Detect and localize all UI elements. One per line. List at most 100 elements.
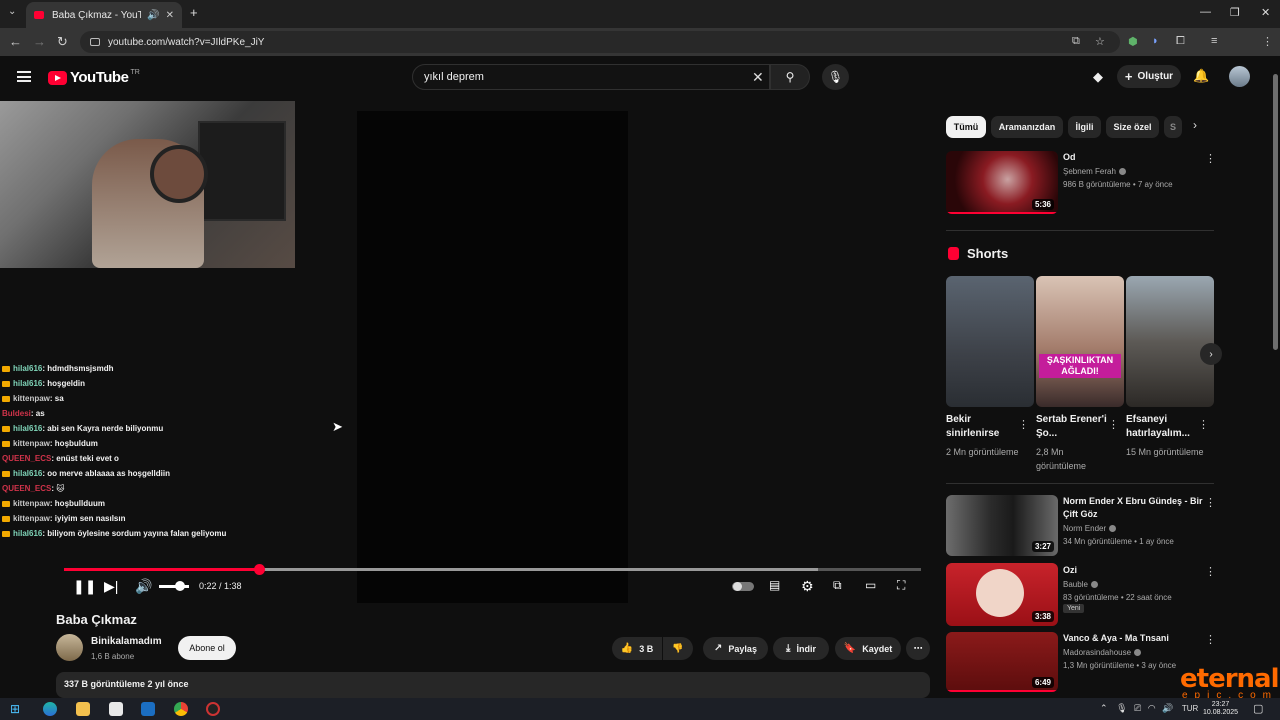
- dislike-button[interactable]: 👎: [663, 637, 693, 660]
- more-vertical-icon[interactable]: ⋮: [1108, 418, 1119, 431]
- store-icon[interactable]: [109, 702, 123, 716]
- guide-menu-icon[interactable]: [17, 71, 31, 82]
- settings-gear-icon[interactable]: ⚙: [801, 578, 814, 595]
- video-thumbnail[interactable]: 5:36: [946, 151, 1058, 214]
- recommended-channel[interactable]: Şebnem Ferah: [1063, 167, 1126, 176]
- notification-center-icon[interactable]: ▢: [1253, 702, 1263, 715]
- recommended-title[interactable]: Norm Ender X Ebru Gündeş - Bir Çift Göz: [1063, 495, 1203, 521]
- file-explorer-icon[interactable]: [76, 702, 90, 716]
- recommended-channel[interactable]: Bauble: [1063, 580, 1098, 589]
- edge-icon[interactable]: [43, 702, 57, 716]
- recommended-title[interactable]: Ozi: [1063, 564, 1203, 577]
- progress-bar[interactable]: [64, 564, 921, 575]
- page-scrollbar[interactable]: [1271, 62, 1280, 698]
- search-input[interactable]: yıkıl deprem: [412, 64, 770, 90]
- chrome-menu-icon[interactable]: ⋮: [1262, 35, 1273, 48]
- window-close-icon[interactable]: ✕: [1261, 6, 1270, 19]
- scrubber-handle[interactable]: [254, 564, 266, 575]
- site-info-icon[interactable]: [90, 38, 100, 46]
- next-video-icon[interactable]: ▶|: [104, 578, 118, 595]
- short-thumbnail[interactable]: [1126, 276, 1214, 407]
- save-button[interactable]: 🔖 Kaydet: [835, 637, 901, 660]
- volume-icon[interactable]: 🔊: [135, 578, 152, 595]
- address-bar[interactable]: youtube.com/watch?v=JIldPKe_JiY: [80, 31, 1120, 53]
- tab-close-icon[interactable]: ✕: [166, 10, 174, 21]
- youtube-logo[interactable]: YouTube TR: [48, 69, 140, 86]
- chip-for-you[interactable]: Size özel: [1106, 116, 1159, 138]
- volume-handle[interactable]: [175, 581, 185, 591]
- scrollbar-thumb[interactable]: [1273, 74, 1278, 350]
- video-thumbnail[interactable]: 6:49: [946, 632, 1058, 692]
- extension-translate-icon[interactable]: ◗: [1152, 35, 1159, 47]
- new-tab-icon[interactable]: +: [190, 5, 198, 20]
- short-title[interactable]: Sertab Erener'i Şo...: [1036, 413, 1114, 441]
- more-vertical-icon[interactable]: ⋮: [1205, 152, 1216, 165]
- search-button[interactable]: ⚲: [770, 64, 810, 90]
- tray-volume-icon[interactable]: 🔊: [1162, 703, 1173, 713]
- browser-tab[interactable]: Baba Çıkmaz - YouTube 🔊 ✕: [26, 2, 182, 28]
- create-button[interactable]: + Oluştur: [1117, 65, 1181, 88]
- minimize-icon[interactable]: —: [1200, 6, 1211, 18]
- system-tray[interactable]: ⌃ 🎙 ⎚ ◠ 🔊 TUR: [1100, 703, 1198, 714]
- channel-name[interactable]: Binikalamadım: [91, 636, 162, 647]
- short-thumbnail[interactable]: ŞAŞKINLIKTAN AĞLADI!: [1036, 276, 1124, 407]
- more-vertical-icon[interactable]: ⋮: [1205, 565, 1216, 578]
- recommended-title[interactable]: Od: [1063, 151, 1203, 164]
- chip-from-search[interactable]: Aramanızdan: [991, 116, 1063, 138]
- theater-mode-icon[interactable]: ▭: [865, 578, 876, 592]
- chrome-icon[interactable]: [174, 702, 188, 716]
- voice-search-button[interactable]: 🎙: [822, 64, 849, 90]
- subscribe-button[interactable]: Abone ol: [178, 636, 236, 660]
- extension-shield-icon[interactable]: ⬢: [1128, 35, 1138, 48]
- forward-icon[interactable]: →: [33, 34, 46, 49]
- miniplayer-icon[interactable]: ⧉: [833, 578, 842, 593]
- autoplay-toggle[interactable]: [732, 582, 754, 591]
- tray-wifi-icon[interactable]: ◠: [1148, 703, 1156, 713]
- more-vertical-icon[interactable]: ⋮: [1205, 633, 1216, 646]
- short-thumbnail[interactable]: [946, 276, 1034, 407]
- video-thumbnail[interactable]: 3:38: [946, 563, 1058, 626]
- tray-mic-icon[interactable]: 🎙: [1116, 703, 1127, 713]
- channel-avatar[interactable]: [56, 634, 83, 661]
- chip-all[interactable]: Tümü: [946, 116, 986, 138]
- chip-partial[interactable]: S: [1164, 116, 1182, 138]
- share-button[interactable]: ↗ Paylaş: [703, 637, 768, 660]
- install-app-icon[interactable]: ⧉: [1072, 35, 1080, 48]
- subtitles-icon[interactable]: ▤: [769, 578, 780, 592]
- recommended-title[interactable]: Vanco & Aya - Ma Tnsani: [1063, 632, 1203, 645]
- shorts-next-button[interactable]: ›: [1200, 343, 1222, 365]
- tray-chevron-icon[interactable]: ⌃: [1100, 703, 1108, 713]
- account-avatar[interactable]: [1229, 66, 1250, 87]
- bookmark-star-icon[interactable]: ☆: [1095, 35, 1105, 48]
- extensions-puzzle-icon[interactable]: ⧠: [1176, 35, 1185, 48]
- pause-icon[interactable]: ❚❚: [73, 578, 96, 595]
- more-actions-button[interactable]: ⋯: [906, 637, 930, 660]
- search-clear-icon[interactable]: ✕: [752, 69, 764, 86]
- video-player[interactable]: hilal616 : hdmdhsmsjsmdh hilal616 : hoşge…: [0, 101, 930, 603]
- download-button[interactable]: ⤓ İndir: [773, 637, 829, 660]
- obs-icon[interactable]: [206, 702, 220, 716]
- outlook-icon[interactable]: [141, 702, 155, 716]
- fullscreen-icon[interactable]: ⛶: [897, 578, 905, 593]
- cast-extension-icon[interactable]: ◆: [1093, 69, 1103, 85]
- recommended-channel[interactable]: Madorasindahouse: [1063, 648, 1142, 657]
- windows-start-icon[interactable]: ⊞: [10, 702, 20, 716]
- taskbar-clock[interactable]: 23:27 10.08.2025: [1203, 701, 1238, 717]
- short-title[interactable]: Efsaneyi hatırlayalım...: [1126, 413, 1204, 441]
- reading-list-icon[interactable]: ≡: [1211, 35, 1217, 47]
- short-title[interactable]: Bekir sinirlenirse: [946, 413, 1024, 441]
- tray-network-icon[interactable]: ⎚: [1134, 703, 1141, 713]
- chips-next-icon[interactable]: ›: [1193, 118, 1197, 132]
- input-language[interactable]: TUR: [1182, 704, 1198, 713]
- tab-search-icon[interactable]: ⌄: [8, 6, 16, 17]
- chip-related[interactable]: İlgili: [1068, 116, 1101, 138]
- video-thumbnail[interactable]: 3:27: [946, 495, 1058, 556]
- like-button[interactable]: 👍 3 B: [612, 637, 662, 660]
- more-vertical-icon[interactable]: ⋮: [1018, 418, 1029, 431]
- audio-playing-icon[interactable]: 🔊: [147, 10, 159, 21]
- notifications-bell-icon[interactable]: 🔔: [1193, 68, 1209, 84]
- reload-icon[interactable]: ↻: [57, 34, 68, 50]
- more-vertical-icon[interactable]: ⋮: [1205, 496, 1216, 509]
- recommended-channel[interactable]: Norm Ender: [1063, 524, 1117, 533]
- restore-icon[interactable]: ❐: [1230, 6, 1240, 19]
